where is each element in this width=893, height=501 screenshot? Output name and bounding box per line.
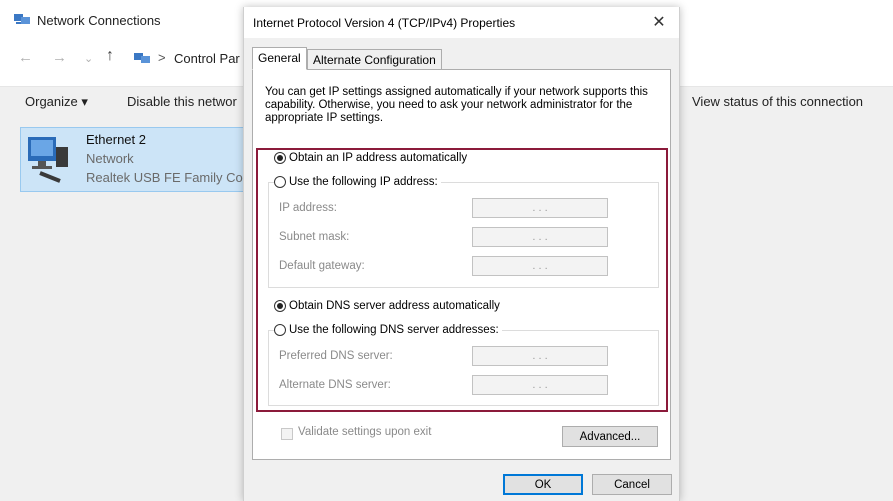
- alternate-dns-input[interactable]: . . .: [472, 375, 608, 395]
- connection-device: Realtek USB FE Family Co: [86, 170, 243, 185]
- use-dns-manual-radio[interactable]: [274, 324, 286, 336]
- ipv4-properties-dialog: Internet Protocol Version 4 (TCP/IPv4) P…: [243, 7, 680, 501]
- validate-settings-checkbox[interactable]: [281, 428, 293, 440]
- obtain-dns-auto-label: Obtain DNS server address automatically: [289, 300, 500, 312]
- recent-dropdown-icon[interactable]: ⌄: [84, 52, 93, 65]
- breadcrumb-control-panel[interactable]: Control Par: [174, 51, 240, 66]
- view-status-button[interactable]: View status of this connection: [692, 94, 863, 109]
- network-connections-icon: [14, 14, 30, 24]
- connection-network: Network: [86, 151, 134, 166]
- validate-settings-label: Validate settings upon exit: [298, 426, 432, 438]
- use-dns-manual-label: Use the following DNS server addresses:: [289, 324, 499, 336]
- dialog-title: Internet Protocol Version 4 (TCP/IPv4) P…: [253, 16, 516, 30]
- obtain-ip-auto-radio[interactable]: [274, 152, 286, 164]
- connection-name: Ethernet 2: [86, 132, 146, 147]
- subnet-mask-label: Subnet mask:: [279, 231, 350, 243]
- ethernet-adapter-icon: [28, 137, 68, 183]
- control-panel-icon: [134, 53, 150, 63]
- forward-icon[interactable]: →: [52, 49, 67, 66]
- cancel-button[interactable]: Cancel: [592, 474, 672, 495]
- preferred-dns-input[interactable]: . . .: [472, 346, 608, 366]
- tab-alternate-configuration[interactable]: Alternate Configuration: [307, 49, 442, 71]
- tab-general[interactable]: General: [252, 47, 307, 70]
- use-dns-manual-option[interactable]: Use the following DNS server addresses:: [274, 324, 502, 336]
- obtain-dns-auto-option[interactable]: Obtain DNS server address automatically: [274, 300, 503, 312]
- ok-button[interactable]: OK: [503, 474, 583, 495]
- use-ip-manual-option[interactable]: Use the following IP address:: [274, 176, 441, 188]
- obtain-dns-auto-radio[interactable]: [274, 300, 286, 312]
- back-icon[interactable]: ←: [18, 49, 33, 66]
- organize-menu[interactable]: Organize ▾: [25, 94, 88, 110]
- disable-network-button[interactable]: Disable this networ: [127, 94, 237, 109]
- use-ip-manual-radio[interactable]: [274, 176, 286, 188]
- default-gateway-input[interactable]: . . .: [472, 256, 608, 276]
- breadcrumb-separator: >: [158, 50, 166, 65]
- use-ip-manual-label: Use the following IP address:: [289, 176, 438, 188]
- advanced-button[interactable]: Advanced...: [562, 426, 658, 447]
- dialog-titlebar: Internet Protocol Version 4 (TCP/IPv4) P…: [244, 7, 679, 38]
- default-gateway-label: Default gateway:: [279, 260, 365, 272]
- ip-address-input[interactable]: . . .: [472, 198, 608, 218]
- explorer-title: Network Connections: [37, 13, 161, 28]
- close-icon[interactable]: ✕: [639, 7, 679, 38]
- obtain-ip-auto-label: Obtain an IP address automatically: [289, 152, 468, 164]
- preferred-dns-label: Preferred DNS server:: [279, 350, 393, 362]
- obtain-ip-auto-option[interactable]: Obtain an IP address automatically: [274, 152, 471, 164]
- intro-text: You can get IP settings assigned automat…: [265, 86, 648, 124]
- ip-address-label: IP address:: [279, 202, 337, 214]
- up-icon[interactable]: ↑: [106, 47, 114, 65]
- alternate-dns-label: Alternate DNS server:: [279, 379, 391, 391]
- subnet-mask-input[interactable]: . . .: [472, 227, 608, 247]
